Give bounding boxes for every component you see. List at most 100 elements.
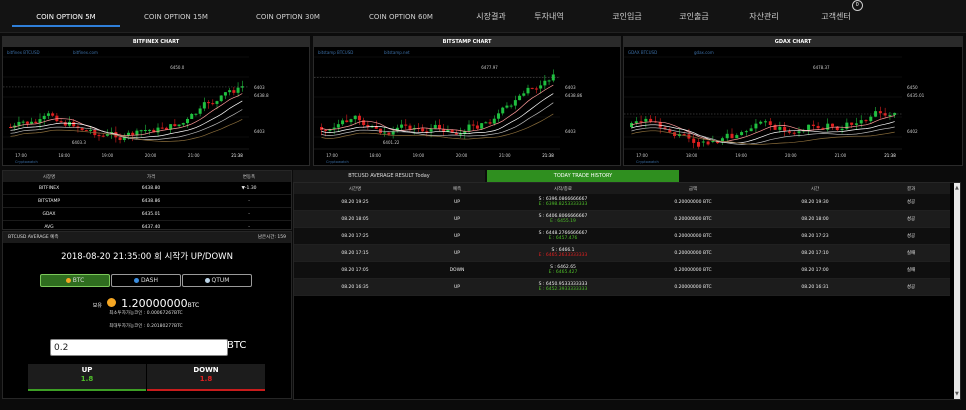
candle-body: [840, 128, 844, 131]
candle-body: [84, 130, 88, 132]
exchange-price-panel: 시장명 가격 변동폭 BITFINEX 6438.80 ▼-1.30 BITST…: [2, 170, 292, 234]
nav-coin-option-60m[interactable]: COIN OPTION 60M: [355, 0, 447, 32]
candle-body: [177, 124, 181, 127]
market-name: BITSTAMP: [3, 194, 95, 208]
nav-coin-option-5m[interactable]: COIN OPTION 5M: [12, 0, 120, 32]
chart-watermark: Cryptowatch: [326, 160, 349, 164]
coin-dash-button[interactable]: DASH: [111, 274, 181, 287]
candle-body: [219, 95, 223, 102]
candle-body: [811, 124, 815, 126]
table-row: GDAX 6435.01 -: [3, 207, 291, 221]
candle-body: [864, 120, 868, 122]
candle-body: [341, 120, 345, 125]
history-scrollbar[interactable]: ▲ ▼: [954, 183, 960, 399]
bet-amount-input[interactable]: [50, 339, 228, 356]
candle-body: [534, 88, 538, 90]
nav-label: COIN OPTION 15M: [144, 13, 208, 21]
table-row: BITFINEX 6438.80 ▼-1.30: [3, 182, 291, 195]
coin-qtum-button[interactable]: QTUM: [182, 274, 252, 287]
scroll-down-icon[interactable]: ▼: [955, 391, 959, 397]
candle-body: [768, 121, 772, 126]
tab-average-result-today[interactable]: BTCUSD AVERAGE RESULT Today: [293, 170, 485, 182]
end-price: E : 6465.427: [548, 270, 578, 275]
table-row: 08.20 19:25 UP S : 6396.0866666667 E : 63…: [294, 194, 950, 211]
dash-icon: [134, 278, 140, 283]
round-cell: 08.20 18:05: [294, 210, 416, 228]
price-axis-label: 6403: [565, 85, 576, 90]
candle-body: [46, 113, 50, 116]
active-nav-underline: [12, 25, 120, 27]
up-button[interactable]: UP 1.8: [28, 364, 146, 391]
candle-body: [186, 118, 189, 124]
table-row: BITSTAMP 6438.86 -: [3, 194, 291, 208]
end-price: E : 6452.3933333333: [538, 287, 588, 292]
amount-cell: 0.20000000 BTC: [628, 261, 758, 279]
table-row: 08.20 17:25 UP S : 6448.2766666667 E : 64…: [294, 227, 950, 245]
nav-coin-option-30m[interactable]: COIN OPTION 30M: [242, 0, 334, 32]
candle-body: [345, 120, 349, 123]
amount-cell: 0.20000000 BTC: [628, 244, 758, 262]
result-cell: 성공: [872, 227, 950, 245]
end-price: E : 6465.2633333333: [538, 253, 588, 258]
start-end-cell: S : 6406.8066666667 E : 6455.19: [498, 210, 628, 228]
candle-body: [787, 131, 791, 133]
candle-body: [697, 142, 700, 147]
time-tick-label: 21:00: [188, 153, 200, 158]
time-tick-label: 21:38: [231, 153, 243, 158]
candle-body: [497, 113, 500, 119]
time-tick-label: 21:38: [542, 153, 554, 158]
candle-body: [740, 132, 744, 136]
candle-body: [101, 135, 105, 137]
down-button[interactable]: DOWN 1.8: [147, 364, 265, 391]
nav-coin-deposit[interactable]: 코인입금: [598, 0, 656, 32]
tab-today-trade-history[interactable]: TODAY TRADE HISTORY: [487, 170, 679, 182]
coin-btc-button[interactable]: BTC: [40, 274, 110, 287]
amount-cell: 0.20000000 BTC: [628, 278, 758, 296]
nav-asset-management[interactable]: 자산관리: [735, 0, 793, 32]
scroll-up-icon[interactable]: ▲: [955, 185, 959, 191]
chart-source-label: bitstamp BTCUSD: [318, 50, 353, 55]
candle-body: [792, 132, 796, 134]
col-prediction: 예측: [416, 183, 498, 194]
candle-body: [34, 121, 38, 123]
candle-body: [72, 121, 76, 127]
col-result: 결과: [872, 183, 950, 194]
candle-body: [644, 118, 648, 122]
candle-body: [543, 80, 547, 86]
candle-body: [17, 121, 21, 126]
nav-label: 자산관리: [749, 12, 779, 21]
nav-label: COIN OPTION 5M: [36, 13, 96, 21]
candle-body: [408, 125, 412, 130]
end-price: E : 6457.476: [548, 236, 578, 241]
coin-label: QTUM: [211, 277, 230, 284]
candle-body: [816, 125, 820, 129]
chart-source-url: bitstamp.net: [384, 50, 410, 55]
candle-body: [701, 141, 705, 143]
candle-body: [711, 141, 715, 143]
table-row: 08.20 18:05 UP S : 6406.8066666667 E : 64…: [294, 210, 950, 228]
candle-body: [530, 87, 534, 89]
col-amount: 금액: [628, 183, 758, 194]
round-title: 2018-08-20 21:35:00 회 시작가 UP/DOWN: [61, 252, 233, 262]
price-axis-label: 6403: [254, 129, 265, 134]
candle-body: [878, 111, 882, 114]
nav-investment-history[interactable]: 투자내역: [520, 0, 578, 32]
nav-coin-withdraw[interactable]: 코인출금: [665, 0, 723, 32]
nav-coin-option-15m[interactable]: COIN OPTION 15M: [130, 0, 222, 32]
round-cell: 08.20 17:15: [294, 244, 416, 262]
candle-body: [80, 128, 84, 131]
chart-source-label: bitfinex BTCUSD: [7, 50, 40, 55]
bet-amount-unit: BTC: [227, 340, 247, 351]
nav-market-result[interactable]: 시장결과: [462, 0, 520, 32]
bitfinex-chart[interactable]: bitfinex BTCUSD bitfinex.com 6403 6438.8 640…: [3, 47, 309, 165]
prediction-cell: UP: [416, 210, 498, 228]
nav-customer-center[interactable]: 고객센터0: [812, 0, 872, 32]
col-change: 변동폭: [207, 171, 291, 182]
gdax-chart[interactable]: GDAX BTCUSD gdax.com 6450 6435.01 6402 6478.3…: [624, 47, 962, 165]
low-price-label: 6401.22: [383, 140, 400, 145]
remaining-time: 남은시간: 159: [257, 235, 286, 240]
current-price-label: 6435.01: [907, 93, 925, 98]
up-odds: 1.8: [80, 375, 94, 383]
bitstamp-chart[interactable]: bitstamp BTCUSD bitstamp.net 6403 6438.86 64…: [314, 47, 620, 165]
time-cell: 08.20 18:00: [758, 210, 872, 228]
